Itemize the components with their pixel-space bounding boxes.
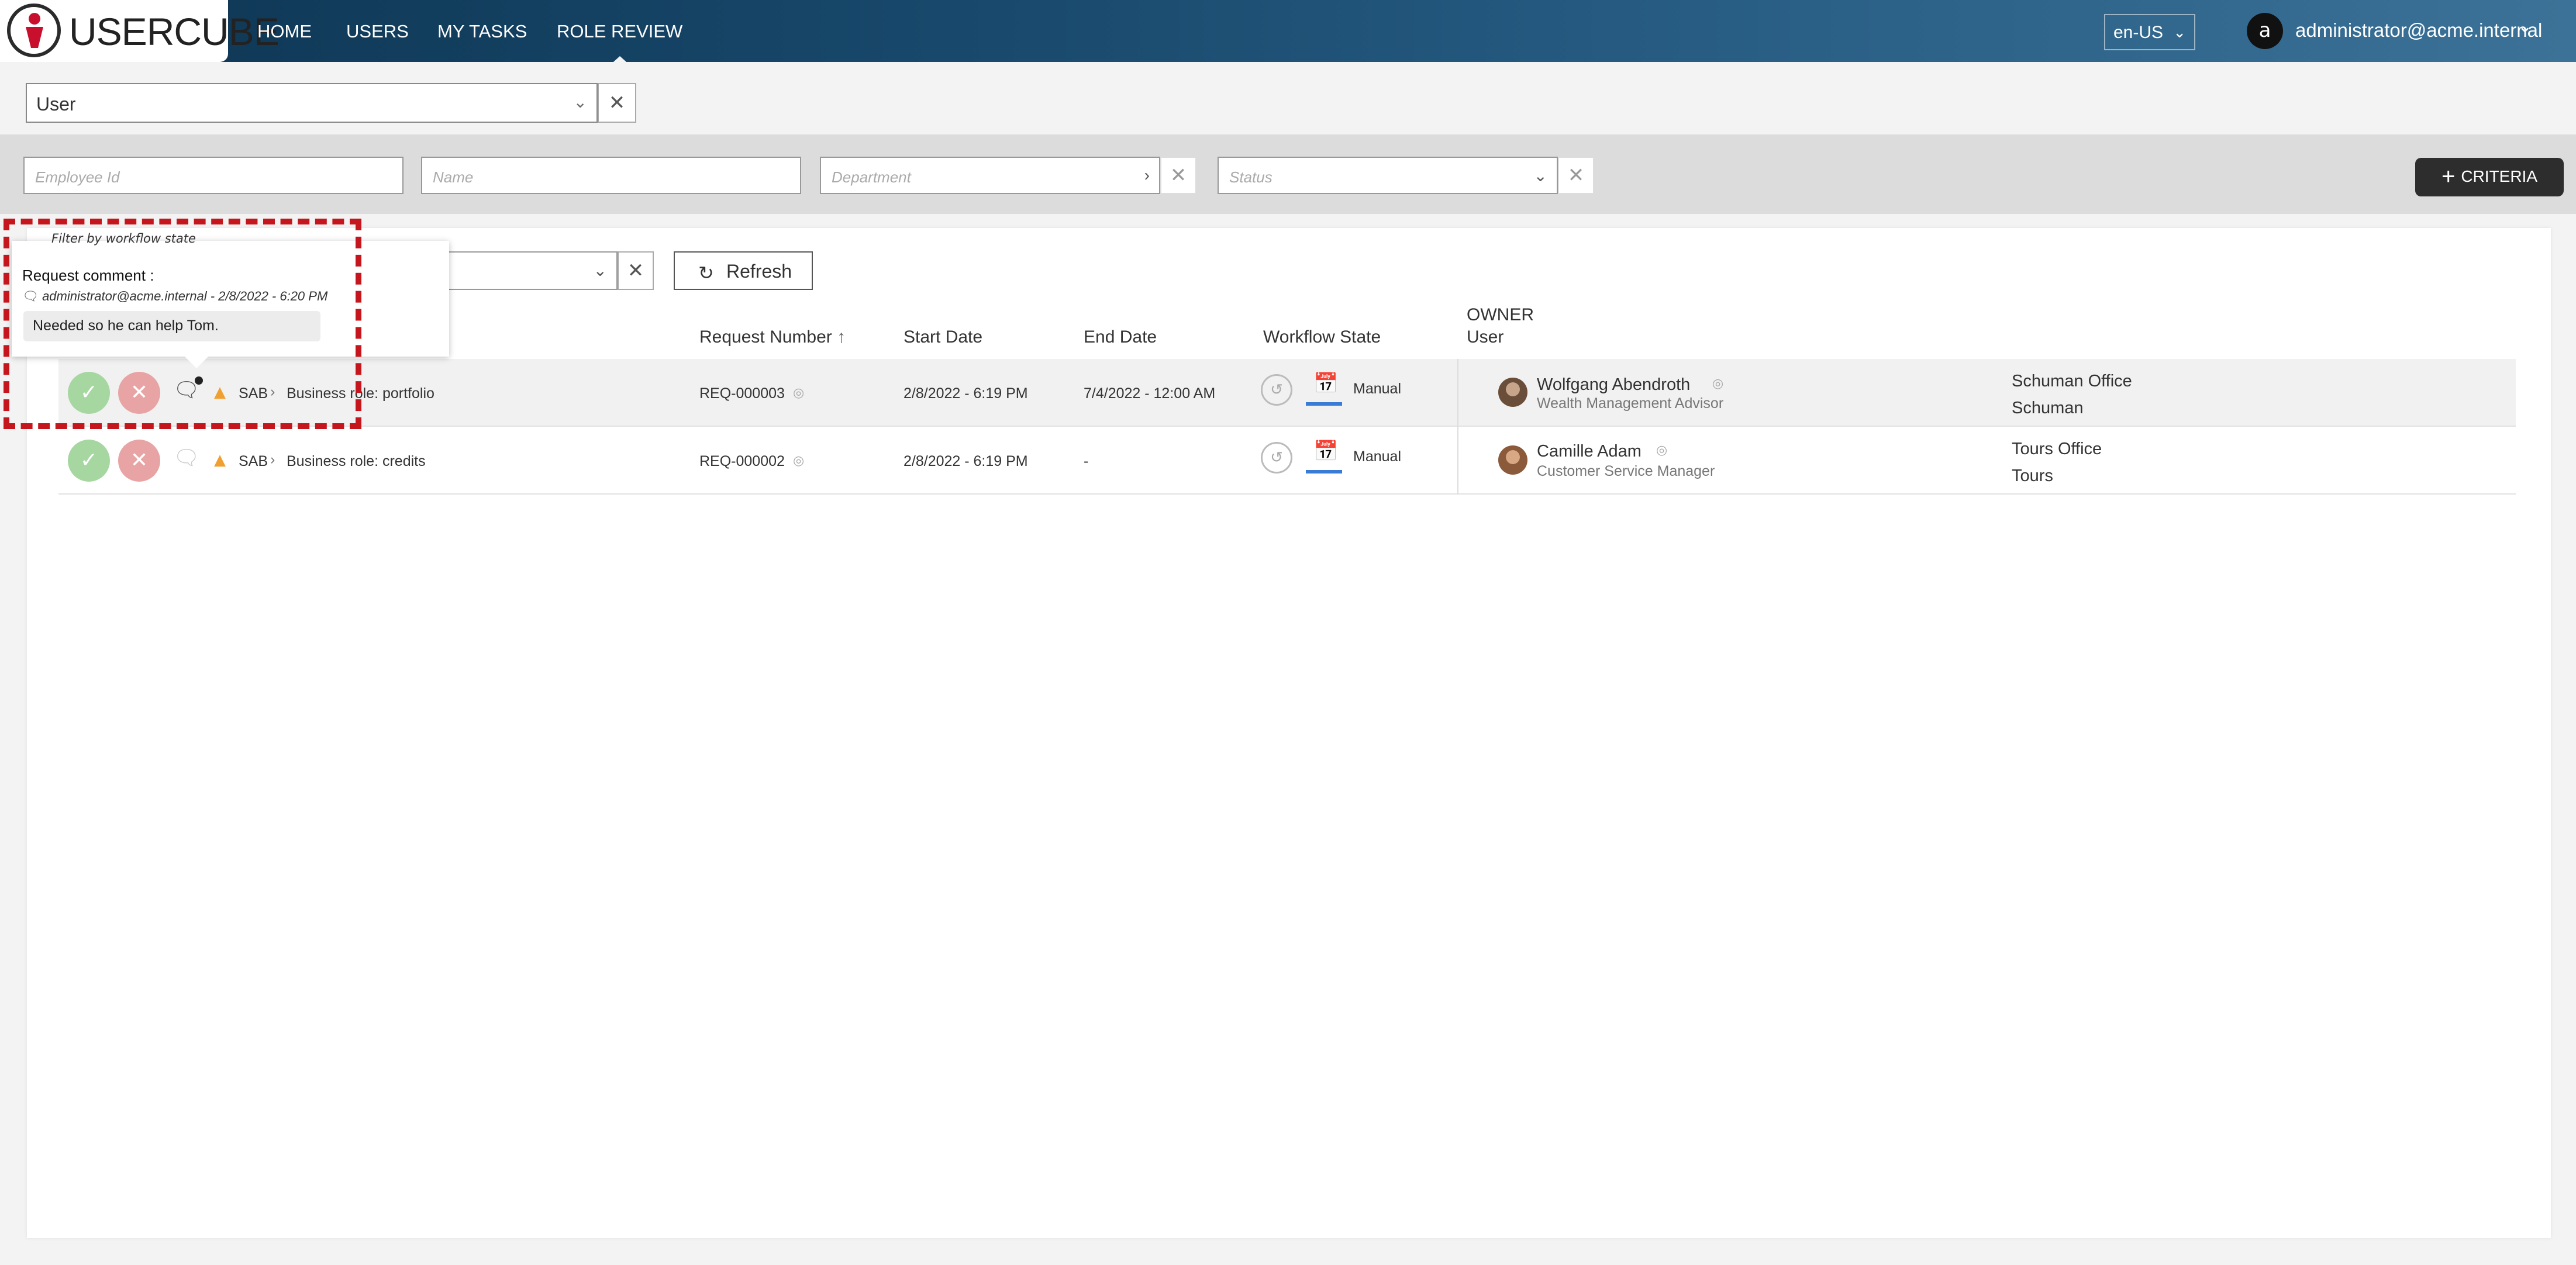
- column-start-date[interactable]: Start Date: [904, 327, 982, 347]
- location: Schuman Office: [2012, 372, 2132, 390]
- comment-icon[interactable]: 🗨: [173, 445, 200, 470]
- eye-icon[interactable]: ◎: [1656, 443, 1667, 458]
- sort-ascending-icon[interactable]: ↑: [837, 327, 846, 347]
- nav-my-tasks[interactable]: MY TASKS: [437, 21, 527, 42]
- column-request-number-label: Request Number: [699, 327, 832, 347]
- nav-home[interactable]: HOME: [257, 21, 312, 42]
- workflow-state-clear-button[interactable]: ✕: [618, 251, 654, 290]
- location-short: Tours: [2012, 466, 2053, 485]
- column-divider: [1457, 359, 1458, 427]
- chevron-down-icon: ⌄: [2173, 23, 2186, 41]
- resource-type: SAB: [239, 453, 268, 469]
- location-short: Schuman: [2012, 399, 2084, 417]
- nav-role-review[interactable]: ROLE REVIEW: [557, 21, 682, 67]
- owner-avatar: [1498, 445, 1527, 475]
- eye-icon[interactable]: ◎: [793, 386, 804, 400]
- chevron-right-icon: ›: [1144, 166, 1150, 184]
- workflow-state: Manual: [1353, 448, 1401, 465]
- calendar-icon: 📅: [1313, 372, 1339, 395]
- column-end-date[interactable]: End Date: [1084, 327, 1157, 347]
- start-date: 2/8/2022 - 6:19 PM: [904, 453, 1028, 469]
- entity-type-select[interactable]: User ⌄: [26, 83, 598, 123]
- owner-title: Customer Service Manager: [1537, 463, 1715, 479]
- department-clear-button[interactable]: ✕: [1160, 157, 1196, 194]
- workflow-progress-underline: [1306, 470, 1342, 473]
- chevron-down-icon: ⌄: [1533, 167, 1547, 185]
- start-date: 2/8/2022 - 6:19 PM: [904, 385, 1028, 402]
- nav-users[interactable]: USERS: [346, 21, 409, 42]
- name-placeholder: Name: [433, 168, 474, 186]
- status-select[interactable]: Status ⌄: [1218, 157, 1558, 194]
- column-workflow-state[interactable]: Workflow State: [1263, 327, 1381, 347]
- column-divider: [1457, 427, 1458, 495]
- column-user[interactable]: User: [1467, 327, 1503, 347]
- end-date: -: [1084, 453, 1089, 469]
- end-date: 7/4/2022 - 12:00 AM: [1084, 385, 1216, 402]
- name-input[interactable]: Name: [421, 157, 801, 194]
- refresh-label: Refresh: [726, 261, 792, 282]
- owner-name[interactable]: Camille Adam: [1537, 442, 1642, 461]
- logo-text: USERCUBE: [69, 10, 280, 53]
- owner-title: Wealth Management Advisor: [1537, 395, 1724, 412]
- chevron-down-icon: ⌄: [573, 93, 587, 111]
- eye-icon[interactable]: ◎: [793, 454, 804, 468]
- column-request-number[interactable]: Request Number ↑: [699, 327, 846, 347]
- calendar-icon: 📅: [1313, 440, 1339, 463]
- logo[interactable]: USERCUBE: [0, 0, 280, 62]
- department-placeholder: Department: [832, 168, 911, 186]
- entity-type-value: User: [36, 94, 76, 115]
- request-number: REQ-000002: [699, 453, 785, 469]
- workflow-state: Manual: [1353, 381, 1401, 397]
- language-value: en-US: [2113, 23, 2164, 42]
- reject-button[interactable]: ✕: [118, 440, 160, 482]
- user-email[interactable]: administrator@acme.internal: [2295, 19, 2542, 42]
- owner-name[interactable]: Wolfgang Abendroth: [1537, 375, 1690, 395]
- refresh-icon: ↻: [698, 262, 714, 284]
- location: Tours Office: [2012, 440, 2102, 458]
- close-icon: ✕: [130, 448, 149, 472]
- employee-id-input[interactable]: Employee Id: [23, 157, 404, 194]
- request-number: REQ-000003: [699, 385, 785, 402]
- chevron-right-icon: ›: [270, 451, 275, 468]
- plus-icon: +: [2441, 164, 2456, 189]
- warning-icon: ▲: [214, 451, 226, 469]
- history-icon[interactable]: ↺: [1261, 374, 1292, 406]
- eye-icon[interactable]: ◎: [1712, 376, 1723, 391]
- user-avatar[interactable]: a: [2247, 13, 2283, 49]
- department-picker[interactable]: Department ›: [820, 157, 1160, 194]
- user-menu-chevron-icon[interactable]: ⌄: [2518, 16, 2532, 37]
- refresh-button[interactable]: ↻ Refresh: [674, 251, 813, 290]
- status-clear-button[interactable]: ✕: [1558, 157, 1594, 194]
- employee-id-placeholder: Employee Id: [35, 168, 120, 186]
- check-icon: ✓: [80, 448, 98, 472]
- language-select[interactable]: en-US ⌄: [2104, 14, 2195, 50]
- criteria-label: CRITERIA: [2461, 167, 2538, 185]
- usercube-logo-icon: [7, 4, 61, 57]
- highlight-annotation-box: [4, 219, 361, 429]
- chevron-down-icon: ⌄: [593, 261, 607, 280]
- status-placeholder: Status: [1229, 168, 1273, 186]
- workflow-progress-underline: [1306, 402, 1342, 406]
- column-owner-group: OWNER: [1467, 305, 1534, 324]
- history-icon[interactable]: ↺: [1261, 442, 1292, 473]
- role-name[interactable]: Business role: credits: [287, 453, 426, 470]
- owner-avatar: [1498, 378, 1527, 407]
- entity-clear-button[interactable]: ✕: [598, 83, 636, 123]
- approve-button[interactable]: ✓: [68, 440, 110, 482]
- criteria-button[interactable]: + CRITERIA: [2415, 158, 2564, 196]
